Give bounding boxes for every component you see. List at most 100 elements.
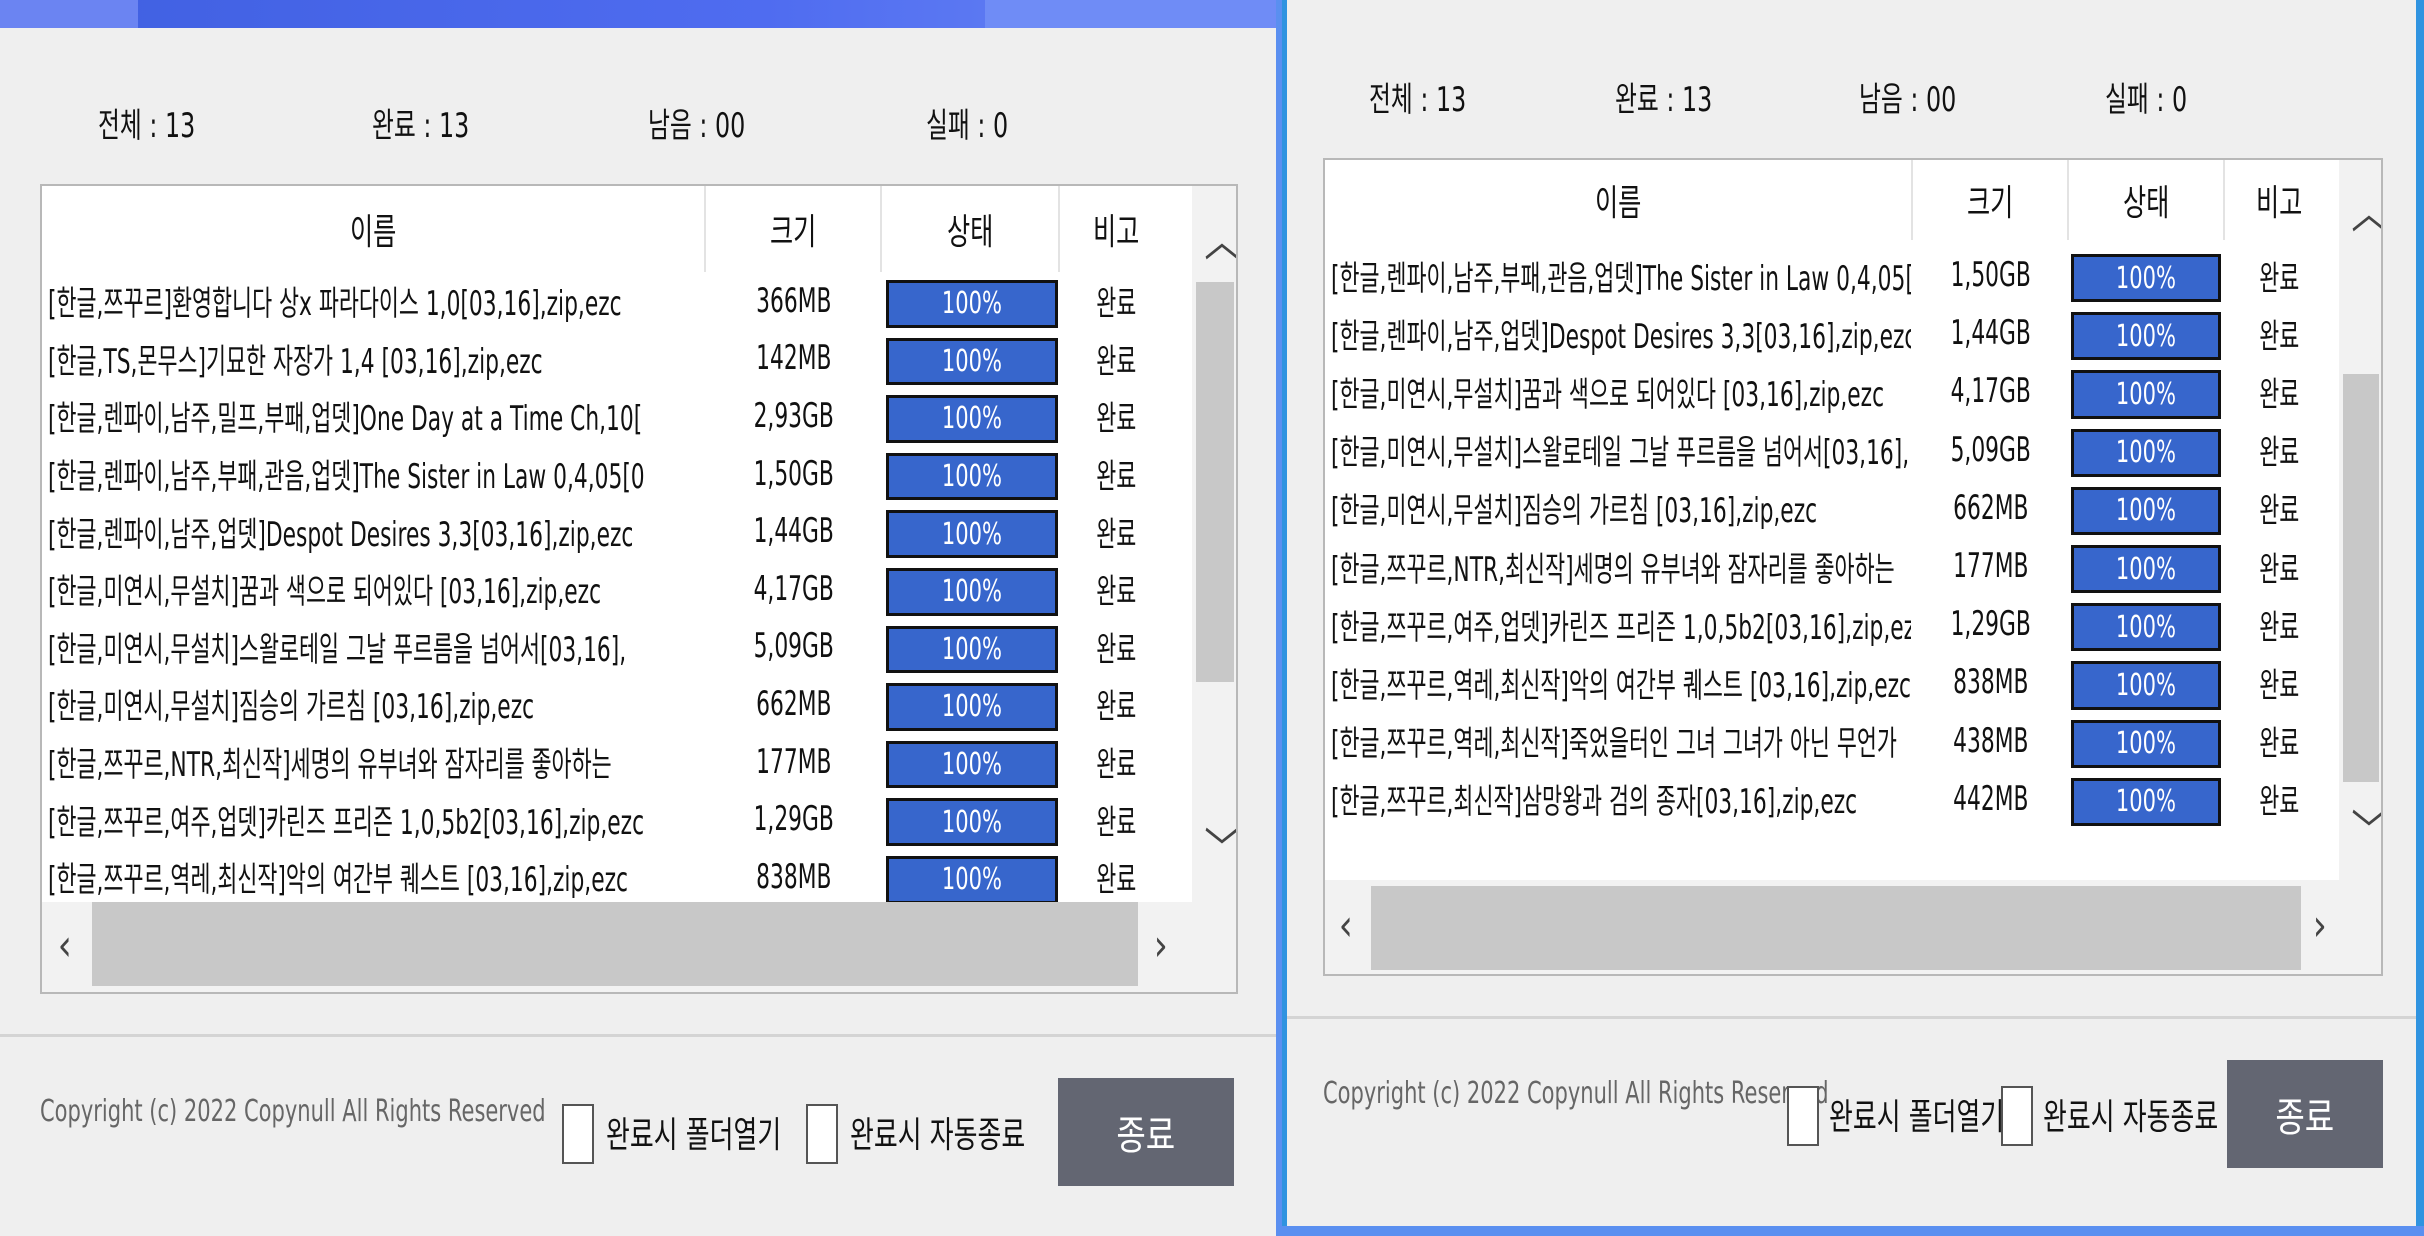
- scrollbar-thumb[interactable]: [1371, 886, 2301, 970]
- status-note: 완료: [1095, 399, 1137, 440]
- table-row[interactable]: [한글,미연시,무설치]스왈로테일 그날 푸르름을 넘어서[03,16], 5,0…: [42, 618, 1192, 676]
- progress-bar: 100%: [2071, 545, 2221, 594]
- table-row[interactable]: [한글,쯔꾸르,역레,최신작]악의 여간부 퀘스트 [03,16],zip,ez…: [1325, 653, 2339, 711]
- table-row[interactable]: [한글,쯔꾸르,역레,최신작]죽었을터인 그녀 그녀가 아닌 무언가 438MB 1…: [1325, 712, 2339, 770]
- status-note: 완료: [1095, 572, 1137, 613]
- column-header-label: 이름: [349, 212, 397, 253]
- table-row[interactable]: [한글,쯔꾸르,역레,최신작]악의 여간부 퀘스트 [03,16],zip,ez…: [42, 848, 1192, 906]
- file-size: 177MB: [1953, 546, 2029, 587]
- close-button[interactable]: 종료: [1058, 1078, 1234, 1186]
- chevron-right-icon[interactable]: ›: [1154, 924, 1168, 968]
- file-size: 1,50GB: [753, 453, 835, 494]
- column-header-size[interactable]: 크기: [706, 186, 882, 272]
- table-row[interactable]: [한글,쯔꾸르,여주,업뎃]카린즈 프리즌 1,0,5b2[03,16],zip…: [1325, 595, 2339, 653]
- column-header-label: 비고: [2255, 183, 2303, 224]
- open-folder-checkbox[interactable]: [562, 1104, 594, 1164]
- column-header-label: 이름: [1594, 183, 1642, 224]
- table-row[interactable]: [한글,쯔꾸르]환영합니다 상x 파라다이스 1,0[03,16],zip,ez…: [42, 272, 1192, 330]
- table-row[interactable]: [한글,렌파이,남주,밀프,부패,업뎃]One Day at a Time Ch…: [42, 387, 1192, 445]
- download-window-left: 전체 : 13 완료 : 13 남음 : 00 실패 : 0 이름 크기 상태 …: [0, 0, 1276, 1236]
- auto-close-label: 완료시 자동종료: [850, 1115, 1026, 1156]
- table-row[interactable]: [한글,미연시,무설치]스왈로테일 그날 푸르름을 넘어서[03,16], 5,0…: [1325, 421, 2339, 479]
- progress-bar: 100%: [886, 280, 1058, 328]
- scrollbar-thumb[interactable]: [92, 902, 1138, 986]
- progress-bar: 100%: [2071, 777, 2221, 826]
- vertical-scrollbar[interactable]: ︿ ﹀: [2339, 160, 2381, 880]
- column-header-status[interactable]: 상태: [2069, 160, 2225, 240]
- table-row[interactable]: [한글,쯔꾸르,NTR,최신작]세명의 유부녀와 잠자리를 좋아하는 177MB 1…: [42, 733, 1192, 791]
- copyright-text: Copyright (c) 2022 Copynull All Rights R…: [1323, 1076, 1829, 1111]
- table-row[interactable]: [한글,미연시,무설치]짐승의 가르침 [03,16],zip,ezc 662MB…: [42, 675, 1192, 733]
- chevron-down-icon[interactable]: ﹀: [2351, 810, 2381, 854]
- chevron-left-icon[interactable]: ‹: [58, 924, 72, 968]
- table-row[interactable]: [한글,쯔꾸르,여주,업뎃]카린즈 프리즌 1,0,5b2[03,16],zip…: [42, 790, 1192, 848]
- table-row[interactable]: [한글,렌파이,남주,부패,관음,업뎃]The Sister in Law 0,…: [42, 445, 1192, 503]
- file-size: 4,17GB: [1950, 371, 2032, 412]
- file-name: [한글,쯔꾸르]환영합니다 상x 파라다이스 1,0[03,16],zip,ez…: [48, 284, 622, 325]
- horizontal-scrollbar[interactable]: ‹ ›: [42, 902, 1236, 992]
- column-header-name[interactable]: 이름: [1325, 160, 1913, 240]
- column-header-label: 상태: [946, 212, 994, 253]
- auto-close-checkbox[interactable]: [2001, 1086, 2033, 1146]
- open-folder-checkbox[interactable]: [1787, 1086, 1819, 1146]
- done-count: 완료 : 13: [372, 106, 470, 146]
- file-name: [한글,렌파이,남주,부패,관음,업뎃]The Sister in Law 0,…: [48, 457, 645, 498]
- file-size: 442MB: [1953, 778, 2029, 819]
- progress-bar: 100%: [886, 337, 1058, 386]
- file-size: 838MB: [756, 856, 832, 897]
- column-header-name[interactable]: 이름: [42, 186, 706, 272]
- open-folder-label: 완료시 폴더열기: [1829, 1097, 2005, 1138]
- divider: [0, 1034, 1276, 1037]
- vertical-scrollbar[interactable]: ︿ ﹀: [1192, 186, 1236, 902]
- column-header-label: 비고: [1092, 212, 1140, 253]
- chevron-right-icon[interactable]: ›: [2313, 904, 2327, 948]
- done-count: 완료 : 13: [1615, 80, 1713, 120]
- auto-close-checkbox[interactable]: [806, 1104, 838, 1164]
- column-header-label: 크기: [1966, 183, 2014, 224]
- horizontal-scrollbar[interactable]: ‹ ›: [1325, 880, 2381, 974]
- file-name: [한글,미연시,무설치]스왈로테일 그날 푸르름을 넘어서[03,16],: [1331, 433, 1910, 474]
- open-folder-label: 완료시 폴더열기: [606, 1115, 782, 1156]
- auto-close-label: 완료시 자동종료: [2043, 1097, 2219, 1138]
- progress-bar: 100%: [2071, 719, 2221, 768]
- chevron-up-icon[interactable]: ︿: [2351, 192, 2381, 236]
- divider: [1287, 1016, 2416, 1019]
- status-note: 완료: [1095, 860, 1137, 901]
- file-size: 2,93GB: [753, 395, 835, 436]
- scrollbar-thumb[interactable]: [2343, 374, 2379, 782]
- status-note: 완료: [1095, 687, 1137, 728]
- close-button[interactable]: 종료: [2227, 1060, 2383, 1168]
- column-header-label: 상태: [2122, 183, 2170, 224]
- total-count: 전체 : 13: [1369, 80, 1467, 120]
- file-name: [한글,미연시,무설치]꿈과 색으로 되어있다 [03,16],zip,ezc: [1331, 374, 1885, 415]
- chevron-down-icon[interactable]: ﹀: [1204, 828, 1236, 872]
- table-row[interactable]: [한글,미연시,무설치]꿈과 색으로 되어있다 [03,16],zip,ezc 4…: [1325, 362, 2339, 420]
- table-row[interactable]: [한글,렌파이,남주,업뎃]Despot Desires 3,3[03,16],…: [42, 502, 1192, 560]
- progress-bar: 100%: [2071, 428, 2221, 477]
- file-name: [한글,미연시,무설치]꿈과 색으로 되어있다 [03,16],zip,ezc: [48, 572, 602, 613]
- file-list: 이름 크기 상태 비고 [한글,렌파이,남주,부패,관음,업뎃]The Sist…: [1323, 158, 2383, 976]
- column-header-size[interactable]: 크기: [1913, 160, 2069, 240]
- column-header-note[interactable]: 비고: [2225, 160, 2333, 240]
- progress-bar: 100%: [2071, 370, 2221, 419]
- table-row[interactable]: [한글,쯔꾸르,NTR,최신작]세명의 유부녀와 잠자리를 좋아하는 177MB 1…: [1325, 537, 2339, 595]
- column-header-status[interactable]: 상태: [882, 186, 1060, 272]
- column-header-note[interactable]: 비고: [1060, 186, 1172, 272]
- table-row[interactable]: [한글,렌파이,남주,부패,관음,업뎃]The Sister in Law 0,…: [1325, 246, 2339, 304]
- file-size: 1,44GB: [753, 511, 835, 552]
- scrollbar-thumb[interactable]: [1196, 282, 1234, 682]
- file-size: 177MB: [756, 741, 832, 782]
- title-bar-segment: [985, 0, 1276, 28]
- table-row[interactable]: [한글,렌파이,남주,업뎃]Despot Desires 3,3[03,16],…: [1325, 304, 2339, 362]
- remaining-count: 남음 : 00: [648, 106, 746, 146]
- file-size: 662MB: [756, 683, 832, 724]
- table-row[interactable]: [한글,미연시,무설치]짐승의 가르침 [03,16],zip,ezc 662MB…: [1325, 479, 2339, 537]
- file-name: [한글,TS,몬무스]기묘한 자장가 1,4 [03,16],zip,ezc: [48, 341, 543, 382]
- table-row[interactable]: [한글,TS,몬무스]기묘한 자장가 1,4 [03,16],zip,ezc 14…: [42, 330, 1192, 388]
- table-row[interactable]: [한글,미연시,무설치]꿈과 색으로 되어있다 [03,16],zip,ezc 4…: [42, 560, 1192, 618]
- title-bar[interactable]: [0, 0, 1276, 28]
- chevron-up-icon[interactable]: ︿: [1204, 220, 1236, 264]
- file-name: [한글,쯔꾸르,여주,업뎃]카린즈 프리즌 1,0,5b2[03,16],zip…: [1331, 607, 1911, 648]
- table-row[interactable]: [한글,쯔꾸르,최신작]삼망왕과 검의 종자[03,16],zip,ezc 442…: [1325, 770, 2339, 828]
- chevron-left-icon[interactable]: ‹: [1339, 904, 1353, 948]
